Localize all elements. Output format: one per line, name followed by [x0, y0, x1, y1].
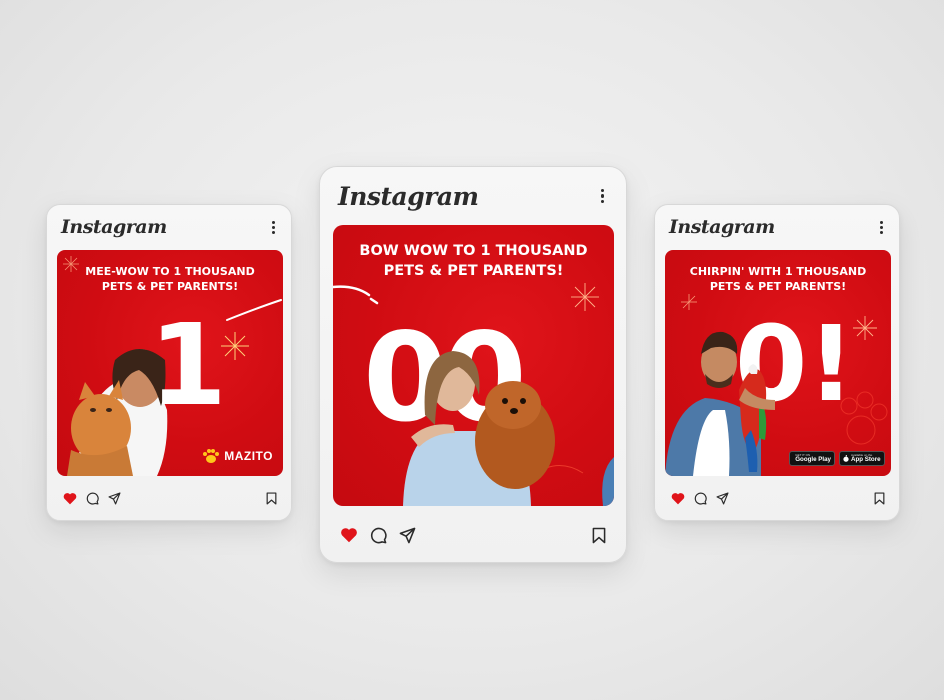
apple-icon [843, 455, 849, 462]
brand-logo: MAZITO [202, 448, 273, 464]
headline-line-2: PETS & PET PARENTS! [101, 280, 239, 293]
more-options-icon[interactable] [880, 220, 883, 234]
paw-icon [203, 449, 220, 463]
app-store-badge[interactable]: Available on the App Store [839, 451, 885, 466]
share-icon[interactable] [108, 491, 121, 505]
instagram-logo: Instagram [669, 216, 775, 238]
instagram-logo: Instagram [61, 216, 167, 238]
instagram-logo: Instagram [338, 181, 479, 211]
share-icon[interactable] [716, 491, 729, 505]
app-store-badges: GET IT ON Google Play Available on the A… [789, 451, 885, 466]
brand-name: MAZITO [224, 449, 273, 463]
bookmark-icon[interactable] [874, 491, 885, 505]
instagram-post-card-center: Instagram BOW WOW TO 1 THOUSAND PETS & P… [319, 166, 627, 563]
heart-icon[interactable] [671, 492, 685, 505]
comment-icon[interactable] [86, 492, 99, 505]
post-image[interactable]: MEE-WOW TO 1 THOUSAND PETS & PET PARENTS… [57, 250, 283, 476]
post-actions [655, 487, 899, 509]
bookmark-icon[interactable] [266, 491, 277, 505]
man-with-parrot-photo [665, 331, 775, 476]
google-play-badge[interactable]: GET IT ON Google Play [789, 451, 835, 466]
heart-icon[interactable] [63, 492, 77, 505]
post-header: Instagram [320, 167, 626, 225]
share-icon[interactable] [399, 527, 416, 544]
milestone-number: 1 [149, 301, 227, 431]
woman-with-dog-photo [403, 351, 614, 506]
heart-icon[interactable] [340, 527, 358, 543]
instagram-post-card-right: Instagram CHIRPIN' WITH 1 THOUSAND PETS … [654, 204, 900, 521]
post-actions [47, 487, 291, 509]
more-options-icon[interactable] [600, 188, 604, 204]
post-headline: MEE-WOW TO 1 THOUSAND PETS & PET PARENTS… [57, 264, 283, 294]
more-options-icon[interactable] [272, 220, 275, 234]
headline-line-1: MEE-WOW TO 1 THOUSAND [85, 265, 255, 278]
post-image[interactable]: BOW WOW TO 1 THOUSAND PETS & PET PARENTS… [333, 225, 614, 506]
post-header: Instagram [655, 205, 899, 249]
swoosh-decoration [226, 299, 282, 321]
comment-icon[interactable] [694, 492, 707, 505]
badge-store-name: Google Play [795, 455, 831, 463]
badge-store-name: App Store [851, 455, 881, 463]
bookmark-icon[interactable] [592, 527, 606, 544]
instagram-post-card-left: Instagram MEE-WOW TO 1 THOUSAND PETS & P… [46, 204, 292, 521]
post-header: Instagram [47, 205, 291, 249]
post-image[interactable]: CHIRPIN' WITH 1 THOUSAND PETS & PET PARE… [665, 250, 891, 476]
post-actions [320, 523, 626, 547]
comment-icon[interactable] [370, 527, 387, 544]
